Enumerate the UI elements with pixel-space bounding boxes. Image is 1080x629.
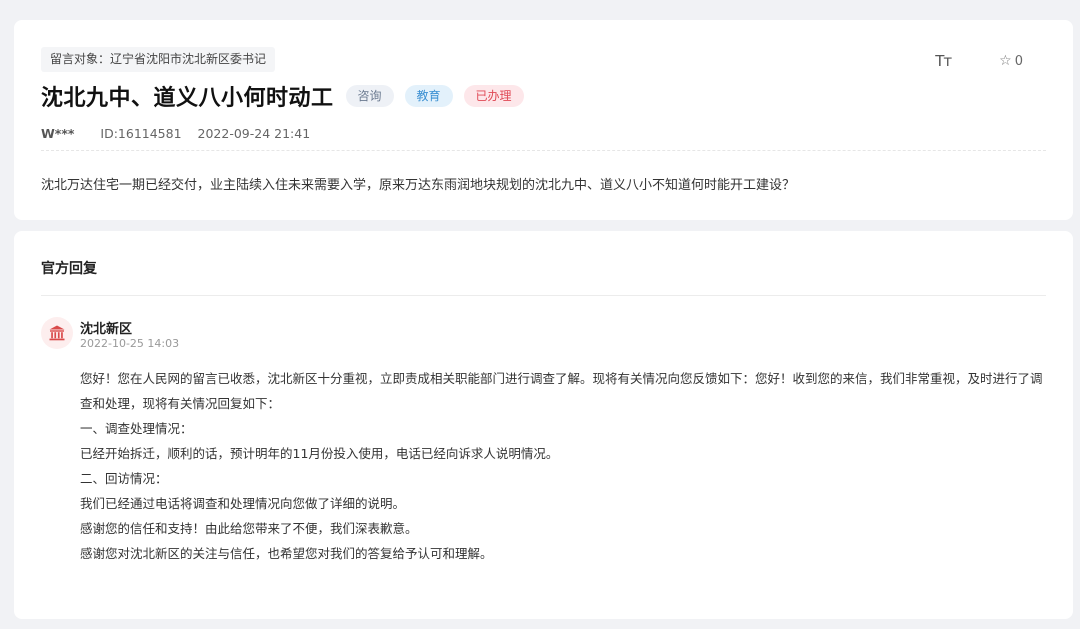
toolbar: Tт ☆ 0	[935, 52, 1023, 70]
reply-paragraph: 一、调查处理情况：	[80, 421, 193, 436]
tag-consult[interactable]: 咨询	[345, 85, 394, 107]
favorite-button[interactable]: ☆ 0	[999, 53, 1023, 69]
reply-paragraph: 感谢您的信任和支持！由此给您带来了不便，我们深表歉意。	[80, 521, 418, 536]
title-row: 沈北九中、道义八小何时动工 咨询 教育 已办理	[41, 80, 535, 112]
message-target: 留言对象：辽宁省沈阳市沈北新区委书记	[41, 47, 276, 72]
reply-body: 您好！您在人民网的留言已收悉，沈北新区十分重视，立即责成相关职能部门进行调查了解…	[80, 366, 1050, 566]
message-id: ID:16114581	[100, 126, 182, 141]
reply-paragraph: 感谢您对沈北新区的关注与信任，也希望您对我们的答复给予认可和理解。	[80, 546, 493, 561]
reply-paragraph: 我们已经通过电话将调查和处理情况向您做了详细的说明。	[80, 496, 406, 511]
status-badge: 已办理	[463, 85, 524, 107]
message-title: 沈北九中、道义八小何时动工	[41, 86, 334, 111]
font-size-icon[interactable]: Tт	[935, 52, 952, 70]
tag-education[interactable]: 教育	[404, 85, 453, 107]
reply-heading: 官方回复	[41, 261, 97, 277]
reply-card: 官方回复 沈北新区 2022-10-25 14:03 您好！您在人民网的留言已收…	[14, 231, 1073, 619]
favorite-count: 0	[1014, 53, 1023, 69]
government-building-icon	[41, 317, 73, 349]
message-content: 沈北万达住宅一期已经交付，业主陆续入住未来需要入学，原来万达东雨润地块规划的沈北…	[41, 178, 796, 193]
reply-paragraph: 已经开始拆迁，顺利的话，预计明年的11月份投入使用，电话已经向诉求人说明情况。	[80, 446, 559, 461]
message-datetime: 2022-09-24 21:41	[197, 126, 311, 141]
star-outline-icon: ☆	[999, 53, 1012, 69]
reply-org-name: 沈北新区	[80, 322, 133, 337]
reply-paragraph: 二、回访情况：	[80, 471, 168, 486]
author-name: W***	[41, 126, 75, 141]
message-meta: W*** ID:16114581 2022-09-24 21:41	[41, 126, 310, 141]
divider	[41, 150, 1046, 151]
reply-paragraph: 您好！您在人民网的留言已收悉，沈北新区十分重视，立即责成相关职能部门进行调查了解…	[80, 371, 1043, 411]
message-card: 留言对象：辽宁省沈阳市沈北新区委书记 沈北九中、道义八小何时动工 咨询 教育 已…	[14, 20, 1073, 220]
divider	[41, 295, 1046, 296]
reply-time: 2022-10-25 14:03	[80, 337, 180, 350]
